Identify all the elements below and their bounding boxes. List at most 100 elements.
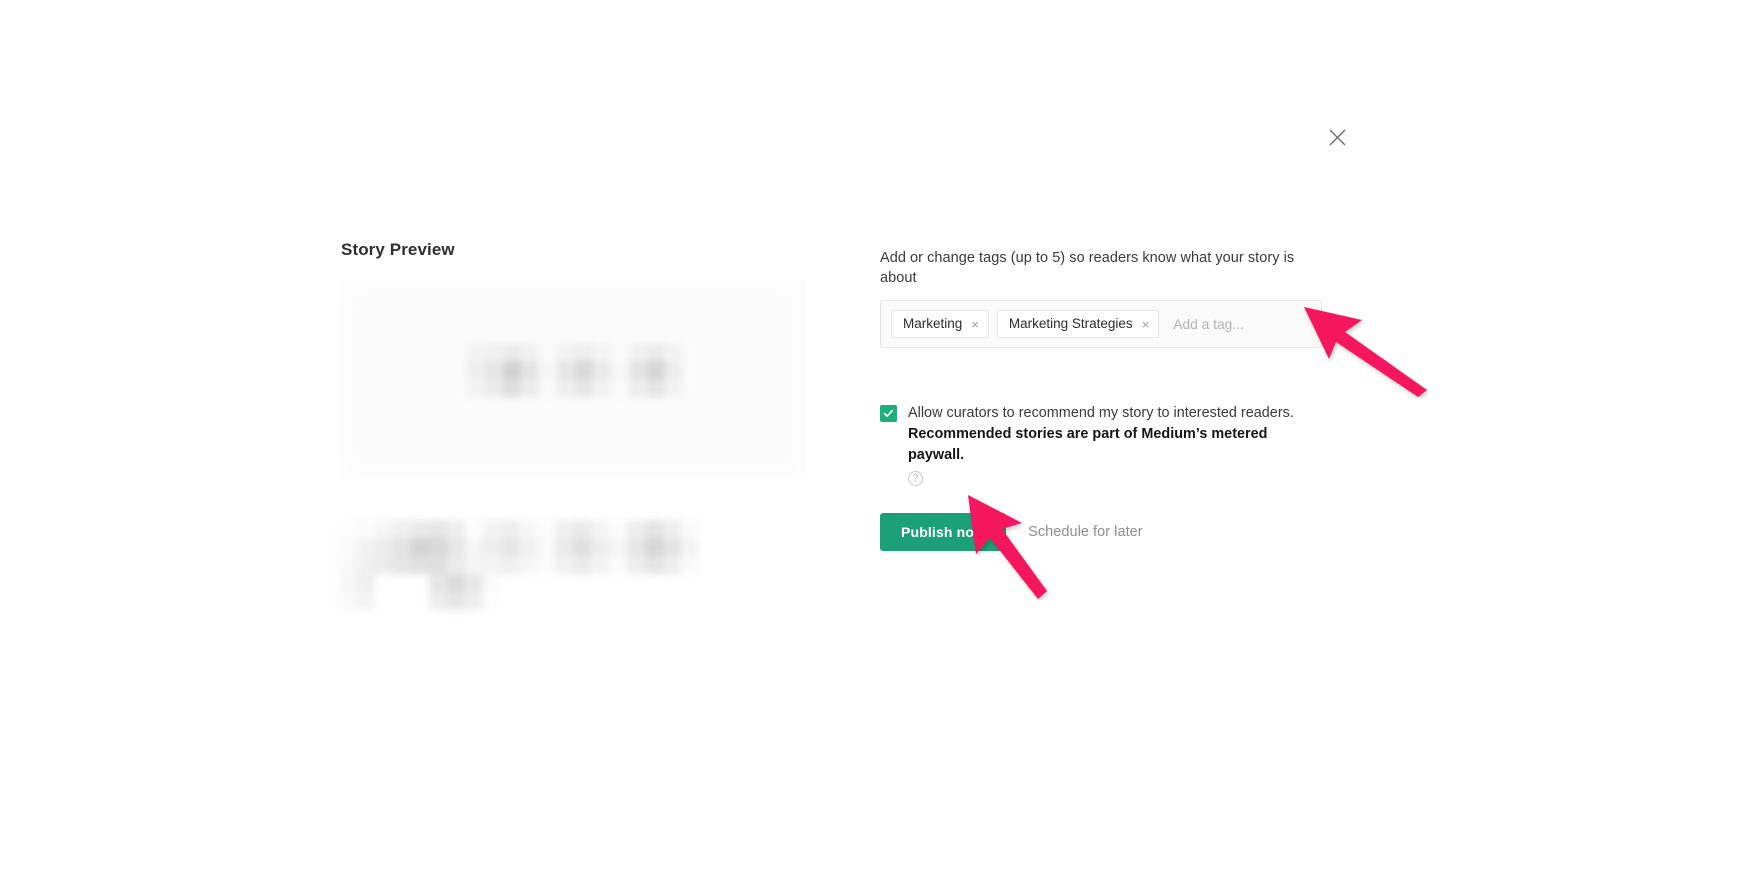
pixel-cell [467, 379, 485, 397]
pixel-cell [627, 520, 645, 538]
pixel-cell [629, 361, 647, 379]
pixel-cell [519, 592, 537, 610]
pixel-cell [375, 592, 393, 610]
pixel-cell [555, 556, 573, 574]
pixel-cell [483, 556, 501, 574]
tags-label: Add or change tags (up to 5) so readers … [880, 250, 1295, 286]
pixel-cell [665, 361, 683, 379]
pixel-cell [339, 520, 357, 538]
pixel-cell [627, 556, 645, 574]
pixel-cell [501, 556, 519, 574]
pixel-cell [591, 574, 609, 592]
pixel-row [339, 574, 699, 592]
pixel-cell [447, 520, 465, 538]
allow-curators-checkbox[interactable] [880, 405, 897, 422]
pixel-row [339, 556, 699, 574]
tag-chip[interactable]: Marketing Strategies × [996, 310, 1160, 338]
pixel-cell [573, 592, 591, 610]
pixel-cell [375, 574, 393, 592]
pixel-cell [537, 520, 555, 538]
pixel-cell [465, 592, 483, 610]
pixel-row [339, 592, 699, 610]
pixel-cell [575, 361, 593, 379]
pixel-cell [519, 520, 537, 538]
pixel-cell [555, 538, 573, 556]
publish-settings-panel: Add or change tags (up to 5) so readers … [880, 248, 1322, 551]
pixel-cell [501, 574, 519, 592]
pixel-cell [339, 538, 357, 556]
pixel-cell [393, 538, 411, 556]
pixel-cell [465, 538, 483, 556]
pixel-cell [663, 574, 681, 592]
pixel-cell [573, 574, 591, 592]
pixel-cell [627, 574, 645, 592]
add-tag-input[interactable] [1167, 312, 1311, 336]
curators-line-1: Allow curators to recommend my story to … [908, 405, 1294, 421]
pixel-cell [503, 343, 521, 361]
pixel-cell [645, 520, 663, 538]
pixel-row [467, 361, 683, 379]
pixel-cell [647, 379, 665, 397]
page-title: Story Preview [341, 240, 455, 259]
pixel-cell [357, 538, 375, 556]
help-icon[interactable]: ? [908, 471, 923, 486]
pixel-cell [681, 538, 699, 556]
publish-actions: Publish now Schedule for later [880, 512, 1322, 551]
pixel-cell [519, 538, 537, 556]
pixel-cell [647, 361, 665, 379]
preview-title-placeholder [467, 343, 683, 397]
pixel-cell [429, 538, 447, 556]
pixel-cell [411, 592, 429, 610]
pixel-row [467, 343, 683, 361]
pixel-cell [645, 574, 663, 592]
pixel-cell [593, 361, 611, 379]
tag-chip-label: Marketing Strategies [1008, 316, 1133, 331]
pixel-cell [357, 574, 375, 592]
publish-now-button[interactable]: Publish now [880, 512, 1007, 551]
pixel-cell [663, 538, 681, 556]
pixel-cell [339, 592, 357, 610]
pixel-cell [609, 592, 627, 610]
pixel-row [339, 520, 699, 538]
pixel-cell [393, 574, 411, 592]
pixel-cell [485, 361, 503, 379]
pixel-cell [521, 343, 539, 361]
remove-tag-icon[interactable]: × [1142, 318, 1150, 331]
pixel-cell [539, 343, 557, 361]
tags-input-container[interactable]: Marketing × Marketing Strategies × [880, 300, 1322, 348]
pixel-cell [393, 556, 411, 574]
pixel-row [339, 538, 699, 556]
pixel-cell [447, 538, 465, 556]
pixel-cell [447, 574, 465, 592]
pixel-cell [663, 556, 681, 574]
close-dialog-button[interactable] [1322, 122, 1352, 152]
pixel-cell [557, 361, 575, 379]
pixel-cell [665, 343, 683, 361]
pixel-cell [429, 556, 447, 574]
schedule-for-later-link[interactable]: Schedule for later [1028, 524, 1143, 540]
pixel-cell [629, 379, 647, 397]
pixel-cell [339, 574, 357, 592]
remove-tag-icon[interactable]: × [971, 318, 979, 331]
pixel-cell [465, 574, 483, 592]
pixel-cell [411, 520, 429, 538]
pixel-cell [501, 520, 519, 538]
pixel-cell [681, 574, 699, 592]
curators-optin-row: Allow curators to recommend my story to … [880, 403, 1322, 488]
pixel-cell [485, 379, 503, 397]
pixel-cell [609, 538, 627, 556]
pixel-cell [627, 592, 645, 610]
story-preview-card[interactable] [339, 280, 806, 478]
curators-optin-text: Allow curators to recommend my story to … [908, 403, 1322, 488]
pixel-cell [645, 556, 663, 574]
pixel-cell [519, 556, 537, 574]
tag-chip-label: Marketing [903, 316, 963, 331]
pixel-cell [483, 520, 501, 538]
pixel-cell [681, 592, 699, 610]
tag-chip[interactable]: Marketing × [891, 310, 989, 338]
pixel-cell [575, 343, 593, 361]
pixel-cell [537, 574, 555, 592]
pixel-cell [521, 379, 539, 397]
pixel-cell [447, 592, 465, 610]
pixel-cell [611, 343, 629, 361]
